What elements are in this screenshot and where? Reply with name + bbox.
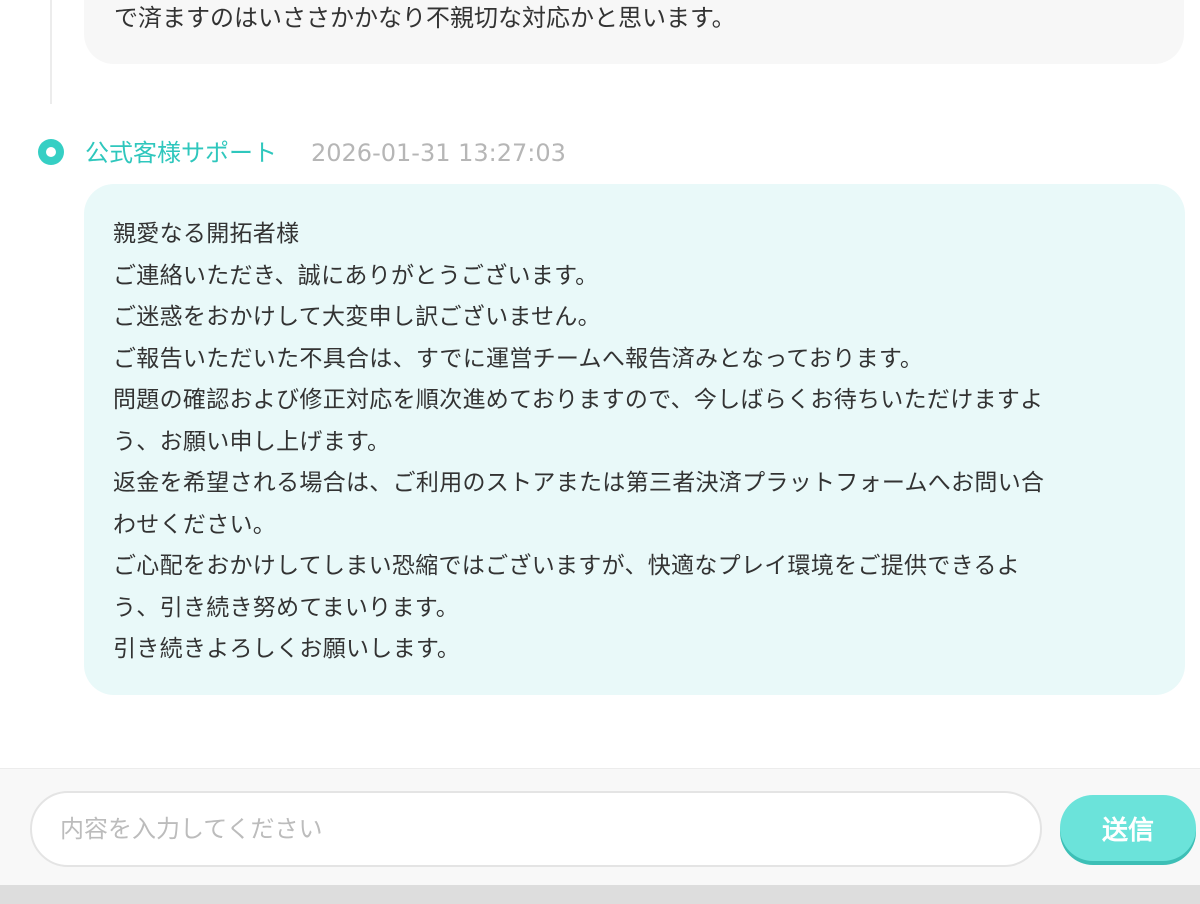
- message-line: う、お願い申し上げます。: [113, 428, 391, 455]
- timeline-line: [50, 0, 52, 104]
- message-line: 引き続きよろしくお願いします。: [113, 636, 461, 662]
- message-line: 問題の確認および修正対応を順次進めておりますので、今しばらくお待ちいただけますよ: [113, 387, 1044, 413]
- sender-name: 公式客様サポート: [85, 139, 277, 167]
- message-composer: 送信: [0, 769, 1200, 885]
- message-line: 親愛なる開拓者様: [113, 221, 300, 247]
- previous-message-bubble: で済ますのはいささかかなり不親切な対応かと思います。: [84, 0, 1184, 64]
- message-line: ご報告いただいた不具合は、すでに運営チームへ報告済みとなっております。: [113, 345, 924, 372]
- reply-message-bubble: 親愛なる開拓者様 ご連絡いただき、誠にありがとうございます。 ご迷惑をおかけして…: [84, 184, 1185, 695]
- timeline-dot-icon: [38, 139, 64, 165]
- message-line: う、引き続き努めてまいります。: [113, 594, 460, 621]
- message-line: ご連絡いただき、誠にありがとうございます。: [113, 262, 599, 289]
- bottom-bar: [0, 885, 1200, 904]
- previous-message-text: で済ますのはいささかかなり不親切な対応かと思います。: [114, 4, 736, 32]
- message-line: ご迷惑をおかけして大変申し訳ございません。: [113, 304, 601, 330]
- message-line: わせください。: [113, 511, 277, 538]
- send-button[interactable]: 送信: [1060, 795, 1196, 861]
- message-line: ご心配をおかけしてしまい恐縮ではございますが、快適なプレイ環境をご提供できるよ: [113, 553, 1021, 579]
- message-input[interactable]: [30, 791, 1042, 867]
- message-line: 返金を希望される場合は、ご利用のストアまたは第三者決済プラットフォームへお問い合: [113, 470, 1045, 496]
- message-timestamp: 2026-01-31 13:27:03: [311, 139, 566, 167]
